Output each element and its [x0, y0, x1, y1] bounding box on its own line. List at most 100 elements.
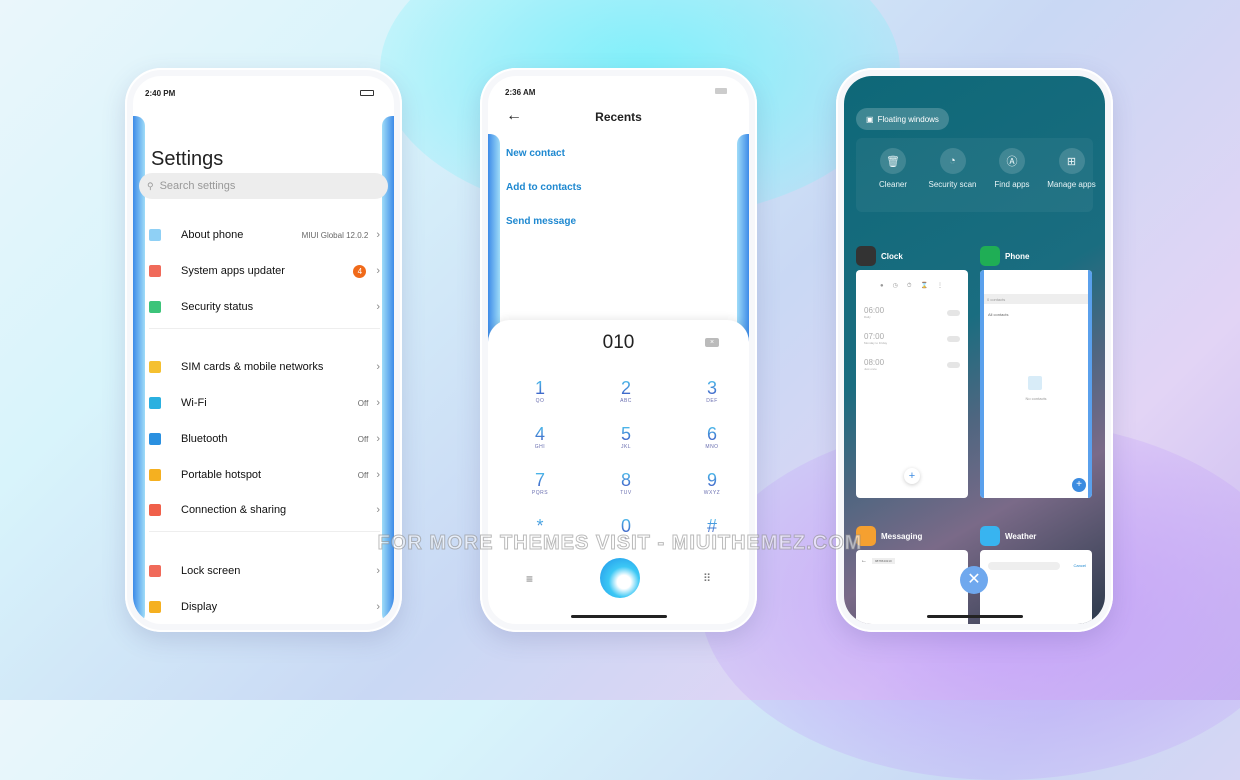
settings-item-label: Wi-Fi: [181, 397, 207, 409]
settings-item-label: SIM cards & mobile networks: [181, 361, 324, 373]
settings-item[interactable]: Wi-Fi Off ›: [149, 388, 380, 418]
search-input[interactable]: ⚲ Search settings: [139, 173, 388, 199]
arrow-up-icon: [149, 265, 161, 277]
search-icon: ⚲: [147, 180, 154, 191]
search-app-icon: Ⓐ: [999, 148, 1025, 174]
wifi-icon: [149, 397, 161, 409]
sim-icon: [149, 361, 161, 373]
app-icon: [856, 246, 876, 266]
home-indicator: [570, 615, 667, 618]
dial-key[interactable]: 7 PQRS: [510, 470, 570, 496]
page-title: Recents: [595, 110, 642, 124]
backspace-icon[interactable]: ×: [705, 338, 719, 347]
share-icon: [149, 504, 161, 516]
chevron-right-icon: ›: [376, 469, 380, 481]
settings-item[interactable]: Security status ›: [149, 292, 380, 322]
phone-icon: [149, 229, 161, 241]
add-to-contacts-link[interactable]: Add to contacts: [506, 182, 582, 193]
dial-key[interactable]: 2 ABC: [596, 378, 656, 404]
hotspot-icon: [149, 469, 161, 481]
weather-preview-card[interactable]: Cancel: [980, 550, 1092, 624]
contacts-search: 0 contacts: [984, 294, 1088, 304]
battery-icon: [715, 88, 727, 94]
dial-key[interactable]: 1 QO: [510, 378, 570, 404]
menu-icon[interactable]: ≡: [526, 572, 533, 586]
tool-button[interactable]: Ⓐ Find apps: [982, 148, 1042, 189]
alarm-item: 06:00 Daily: [864, 306, 885, 319]
status-time: 2:36 AM: [505, 88, 536, 97]
close-all-button[interactable]: ✕: [960, 566, 988, 594]
settings-item[interactable]: Portable hotspot Off ›: [149, 460, 380, 490]
dial-key[interactable]: 6 MNO: [682, 424, 742, 450]
call-button[interactable]: [600, 558, 640, 598]
floating-windows-button[interactable]: ▣ Floating windows: [856, 108, 949, 130]
bluetooth-icon: [149, 433, 161, 445]
new-contact-link[interactable]: New contact: [506, 148, 565, 159]
dial-key[interactable]: 4 GHI: [510, 424, 570, 450]
settings-item-label: Lock screen: [181, 565, 241, 577]
gauge-icon: ◔: [939, 148, 966, 174]
chevron-right-icon: ›: [376, 565, 380, 577]
app-icon: [980, 246, 1000, 266]
dial-key[interactable]: 9 WXYZ: [682, 470, 742, 496]
chevron-right-icon: ›: [376, 397, 380, 409]
dial-key[interactable]: 3 DEF: [682, 378, 742, 404]
alarm-toggle: [947, 362, 960, 368]
settings-item-value: MIUI Global 12.0.2: [301, 230, 369, 240]
update-badge: 4: [353, 264, 367, 278]
settings-item-value: Off: [357, 398, 369, 408]
settings-item-value: Off: [357, 470, 369, 480]
phone-preview-card[interactable]: 0 contacts All contacts No contacts +: [980, 270, 1092, 498]
messaging-preview-card[interactable]: ← 9876543210: [856, 550, 968, 624]
chevron-right-icon: ›: [376, 229, 380, 241]
settings-item-label: Portable hotspot: [181, 469, 262, 481]
home-indicator: [926, 615, 1023, 618]
settings-item-label: Bluetooth: [181, 433, 228, 445]
page-title: Settings: [151, 148, 224, 170]
contact-icon: [1028, 376, 1042, 390]
dialpad: 010 × 1 QO 2 ABC 3 DEF 4 GHI 5 JKL 6 MNO 7 PQRS 8 TUV 9 W…: [488, 320, 749, 624]
send-message-link[interactable]: Send message: [506, 216, 576, 227]
settings-item-label: Security status: [181, 301, 254, 313]
contacts-filter: All contacts: [988, 312, 1009, 317]
settings-item[interactable]: System apps updater 4 ›: [149, 256, 380, 286]
settings-item[interactable]: SIM cards & mobile networks ›: [149, 352, 380, 382]
chevron-right-icon: ›: [376, 265, 380, 277]
chevron-right-icon: ›: [376, 504, 380, 516]
settings-item-label: About phone: [181, 229, 244, 241]
dialpad-toggle-icon[interactable]: ⠿: [703, 572, 711, 585]
alarm-item: 07:00 Monday to Friday: [864, 332, 888, 345]
settings-item-label: System apps updater: [181, 265, 285, 277]
tool-button[interactable]: ◔ Security scan: [923, 148, 983, 189]
window-icon: ▣: [866, 114, 874, 124]
alarm-toggle: [947, 310, 960, 316]
dial-key[interactable]: 5 JKL: [596, 424, 656, 450]
trash-icon: 🗑: [880, 148, 906, 174]
search-placeholder: Search settings: [159, 180, 236, 192]
tool-button[interactable]: ⊞ Manage apps: [1042, 148, 1102, 189]
settings-item-label: Connection & sharing: [181, 504, 287, 516]
app-title: Phone: [980, 246, 1029, 266]
app-title: Clock: [856, 246, 903, 266]
chevron-right-icon: ›: [376, 301, 380, 313]
settings-item[interactable]: About phone MIUI Global 12.0.2 ›: [149, 220, 380, 250]
add-contact-icon: +: [1072, 478, 1086, 492]
chevron-right-icon: ›: [376, 601, 380, 613]
chevron-right-icon: ›: [376, 361, 380, 373]
grid-icon: ⊞: [1058, 148, 1085, 174]
settings-item[interactable]: Connection & sharing ›: [149, 495, 380, 525]
settings-item-value: Off: [357, 434, 369, 444]
settings-item[interactable]: Lock screen ›: [149, 556, 380, 586]
add-alarm-icon: +: [904, 468, 920, 484]
dial-key[interactable]: 8 TUV: [596, 470, 656, 496]
settings-item[interactable]: Display ›: [149, 592, 380, 622]
divider: [149, 328, 380, 329]
lock-icon: [149, 565, 161, 577]
tool-button[interactable]: 🗑 Cleaner: [863, 148, 923, 189]
shield-check-icon: [149, 301, 161, 313]
alarm-toggle: [947, 336, 960, 342]
clock-preview-card[interactable]: ●◷⏱⌛⋮ 06:00 Daily 07:00 Monday to Friday 08:…: [856, 270, 968, 498]
alarm-item: 08:00 Just once: [864, 358, 885, 371]
settings-item[interactable]: Bluetooth Off ›: [149, 424, 380, 454]
status-time: 2:40 PM: [145, 89, 176, 98]
